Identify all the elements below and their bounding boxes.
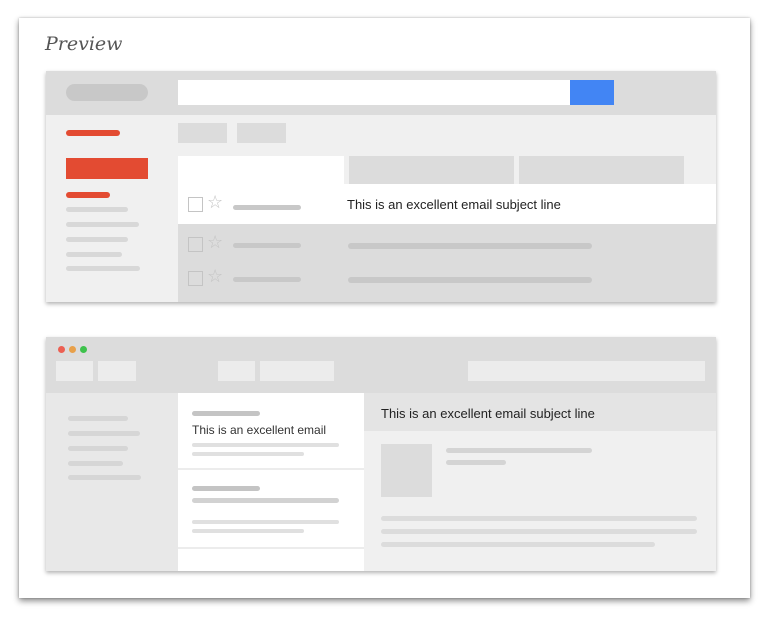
snippet-placeholder <box>192 452 304 456</box>
toolbar <box>178 115 716 156</box>
folder-item[interactable] <box>68 461 123 466</box>
sidebar-item[interactable] <box>66 222 139 227</box>
sidebar-logo-bar <box>66 130 120 136</box>
snippet-placeholder <box>192 529 304 533</box>
search-input[interactable] <box>468 361 705 381</box>
sidebar-item[interactable] <box>66 266 140 271</box>
sender-placeholder <box>233 277 301 282</box>
message-list-item[interactable] <box>178 549 364 571</box>
row-checkbox[interactable] <box>188 237 203 252</box>
sender-placeholder <box>233 243 301 248</box>
tab-promotions[interactable] <box>519 156 684 184</box>
row-checkbox[interactable] <box>188 271 203 286</box>
mail-app-mockup: This is an excellent email This is an ex… <box>46 337 716 571</box>
message-preview-text: This is an excellent email <box>192 423 327 437</box>
toolbar-button[interactable] <box>178 123 227 143</box>
attachment-thumbnail[interactable] <box>381 444 432 497</box>
compose-button[interactable] <box>66 158 148 179</box>
sender-placeholder <box>446 448 592 453</box>
logo-placeholder <box>66 84 148 101</box>
preview-title: Preview <box>45 33 123 55</box>
maximize-window-icon[interactable] <box>80 346 87 353</box>
sidebar-item[interactable] <box>66 207 128 212</box>
inbox-tabs <box>178 156 716 184</box>
sidebar-item[interactable] <box>66 237 128 242</box>
row-checkbox[interactable] <box>188 197 203 212</box>
tab-primary[interactable] <box>178 156 344 184</box>
toolbar-button[interactable] <box>56 361 93 381</box>
tab-social[interactable] <box>349 156 514 184</box>
star-icon[interactable]: ☆ <box>207 265 223 289</box>
sender-placeholder <box>192 486 260 491</box>
toolbar-button[interactable] <box>98 361 136 381</box>
body-placeholder <box>381 529 697 534</box>
sidebar-item[interactable] <box>66 252 122 257</box>
message-list-item[interactable] <box>178 470 364 547</box>
toolbar-button[interactable] <box>218 361 255 381</box>
folder-item[interactable] <box>68 416 128 421</box>
close-window-icon[interactable] <box>58 346 65 353</box>
sender-placeholder <box>192 411 260 416</box>
subject-placeholder <box>192 498 339 503</box>
body-placeholder <box>381 542 655 547</box>
toolbar-button[interactable] <box>237 123 286 143</box>
email-row-highlighted[interactable]: ☆ This is an excellent email subject lin… <box>178 184 716 224</box>
date-placeholder <box>446 460 506 465</box>
folder-item[interactable] <box>68 475 141 480</box>
folder-item[interactable] <box>68 446 128 451</box>
star-icon[interactable]: ☆ <box>207 191 223 215</box>
sender-placeholder <box>233 205 301 210</box>
subject-placeholder <box>348 277 592 283</box>
search-button[interactable] <box>570 80 614 105</box>
toolbar-button[interactable] <box>260 361 334 381</box>
email-subject: This is an excellent email subject line <box>347 197 561 212</box>
body-placeholder <box>381 516 697 521</box>
sidebar-item-active[interactable] <box>66 192 110 198</box>
inbox-mockup: ☆ This is an excellent email subject lin… <box>46 71 716 302</box>
search-input[interactable] <box>178 80 570 105</box>
snippet-placeholder <box>192 443 339 447</box>
snippet-placeholder <box>192 520 339 524</box>
reading-subject: This is an excellent email subject line <box>381 406 595 421</box>
email-row[interactable]: ☆ <box>178 258 716 298</box>
minimize-window-icon[interactable] <box>69 346 76 353</box>
folder-item[interactable] <box>68 431 140 436</box>
subject-placeholder <box>348 243 592 249</box>
star-icon[interactable]: ☆ <box>207 231 223 255</box>
